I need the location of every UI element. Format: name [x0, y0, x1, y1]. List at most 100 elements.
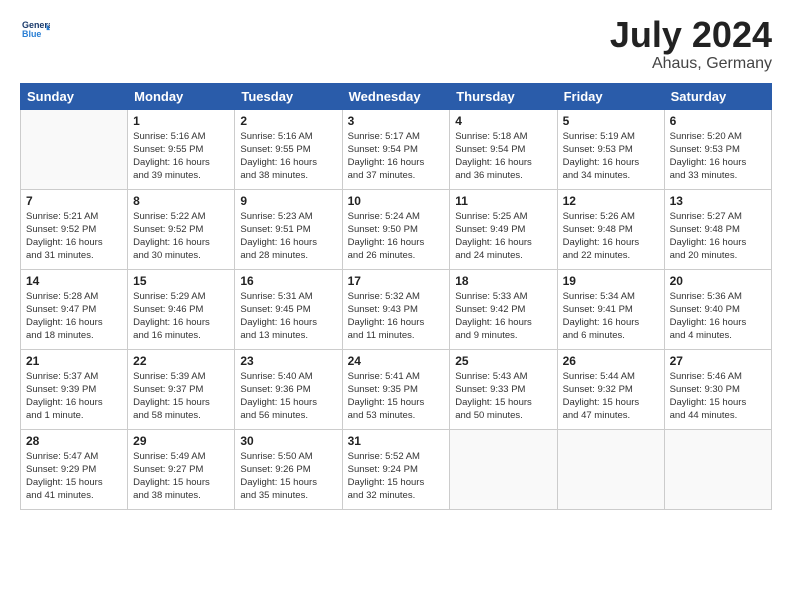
table-row: 31Sunrise: 5:52 AM Sunset: 9:24 PM Dayli…	[342, 429, 450, 509]
day-number: 26	[563, 354, 659, 368]
table-row	[664, 429, 771, 509]
day-info: Sunrise: 5:47 AM Sunset: 9:29 PM Dayligh…	[26, 450, 122, 503]
day-number: 18	[455, 274, 551, 288]
col-saturday: Saturday	[664, 83, 771, 109]
day-info: Sunrise: 5:34 AM Sunset: 9:41 PM Dayligh…	[563, 290, 659, 343]
day-info: Sunrise: 5:17 AM Sunset: 9:54 PM Dayligh…	[348, 130, 445, 183]
day-info: Sunrise: 5:26 AM Sunset: 9:48 PM Dayligh…	[563, 210, 659, 263]
day-number: 17	[348, 274, 445, 288]
day-info: Sunrise: 5:23 AM Sunset: 9:51 PM Dayligh…	[240, 210, 336, 263]
day-number: 7	[26, 194, 122, 208]
col-monday: Monday	[128, 83, 235, 109]
day-info: Sunrise: 5:28 AM Sunset: 9:47 PM Dayligh…	[26, 290, 122, 343]
table-row: 24 Sunrise: 5:41 AM Sunset: 9:35 PM Dayli…	[342, 349, 450, 429]
table-row: 2 Sunrise: 5:16 AM Sunset: 9:55 PM Daylig…	[235, 109, 342, 189]
day-info: Sunrise: 5:39 AM Sunset: 9:37 PM Dayligh…	[133, 370, 229, 423]
table-row	[21, 109, 128, 189]
table-row: 29 Sunrise: 5:49 AM Sunset: 9:27 PM Dayli…	[128, 429, 235, 509]
table-row: 3 Sunrise: 5:17 AM Sunset: 9:54 PM Daylig…	[342, 109, 450, 189]
day-number: 30	[240, 434, 336, 448]
day-number: 1	[133, 114, 229, 128]
table-row: 16 Sunrise: 5:31 AM Sunset: 9:45 PM Dayli…	[235, 269, 342, 349]
day-info: Sunrise: 5:31 AM Sunset: 9:45 PM Dayligh…	[240, 290, 336, 343]
day-number: 31	[348, 434, 445, 448]
table-row: 9 Sunrise: 5:23 AM Sunset: 9:51 PM Daylig…	[235, 189, 342, 269]
table-row: 22 Sunrise: 5:39 AM Sunset: 9:37 PM Dayli…	[128, 349, 235, 429]
day-number: 16	[240, 274, 336, 288]
day-info: Sunrise: 5:16 AM Sunset: 9:55 PM Dayligh…	[240, 130, 336, 183]
table-row	[557, 429, 664, 509]
day-info: Sunrise: 5:20 AM Sunset: 9:53 PM Dayligh…	[670, 130, 766, 183]
day-info: Sunrise: 5:29 AM Sunset: 9:46 PM Dayligh…	[133, 290, 229, 343]
svg-text:Blue: Blue	[22, 29, 41, 39]
table-row: 7 Sunrise: 5:21 AM Sunset: 9:52 PM Daylig…	[21, 189, 128, 269]
table-row: 15 Sunrise: 5:29 AM Sunset: 9:46 PM Dayli…	[128, 269, 235, 349]
table-row: 10Sunrise: 5:24 AM Sunset: 9:50 PM Dayli…	[342, 189, 450, 269]
day-number: 20	[670, 274, 766, 288]
day-number: 11	[455, 194, 551, 208]
day-number: 9	[240, 194, 336, 208]
day-number: 13	[670, 194, 766, 208]
day-info: Sunrise: 5:22 AM Sunset: 9:52 PM Dayligh…	[133, 210, 229, 263]
day-info: Sunrise: 5:21 AM Sunset: 9:52 PM Dayligh…	[26, 210, 122, 263]
col-sunday: Sunday	[21, 83, 128, 109]
day-info: Sunrise: 5:36 AM Sunset: 9:40 PM Dayligh…	[670, 290, 766, 343]
day-info: Sunrise: 5:46 AM Sunset: 9:30 PM Dayligh…	[670, 370, 766, 423]
table-row: 17 Sunrise: 5:32 AM Sunset: 9:43 PM Dayli…	[342, 269, 450, 349]
col-wednesday: Wednesday	[342, 83, 450, 109]
day-info: Sunrise: 5:40 AM Sunset: 9:36 PM Dayligh…	[240, 370, 336, 423]
day-info: Sunrise: 5:18 AM Sunset: 9:54 PM Dayligh…	[455, 130, 551, 183]
table-row: 4Sunrise: 5:18 AM Sunset: 9:54 PM Daylig…	[450, 109, 557, 189]
day-info: Sunrise: 5:41 AM Sunset: 9:35 PM Dayligh…	[348, 370, 445, 423]
table-row: 11Sunrise: 5:25 AM Sunset: 9:49 PM Dayli…	[450, 189, 557, 269]
calendar-table: Sunday Monday Tuesday Wednesday Thursday…	[20, 83, 772, 510]
col-thursday: Thursday	[450, 83, 557, 109]
day-number: 2	[240, 114, 336, 128]
table-row: 13 Sunrise: 5:27 AM Sunset: 9:48 PM Dayli…	[664, 189, 771, 269]
day-number: 15	[133, 274, 229, 288]
table-row: 21 Sunrise: 5:37 AM Sunset: 9:39 PM Dayli…	[21, 349, 128, 429]
day-number: 5	[563, 114, 659, 128]
day-number: 28	[26, 434, 122, 448]
table-row: 28 Sunrise: 5:47 AM Sunset: 9:29 PM Dayli…	[21, 429, 128, 509]
weekday-header-row: Sunday Monday Tuesday Wednesday Thursday…	[21, 83, 772, 109]
day-number: 10	[348, 194, 445, 208]
day-info: Sunrise: 5:44 AM Sunset: 9:32 PM Dayligh…	[563, 370, 659, 423]
table-row: 12Sunrise: 5:26 AM Sunset: 9:48 PM Dayli…	[557, 189, 664, 269]
header: General Blue July 2024 Ahaus, Germany	[20, 15, 772, 73]
day-number: 25	[455, 354, 551, 368]
table-row: 30 Sunrise: 5:50 AM Sunset: 9:26 PM Dayli…	[235, 429, 342, 509]
calendar-week-row: 14Sunrise: 5:28 AM Sunset: 9:47 PM Dayli…	[21, 269, 772, 349]
day-info: Sunrise: 5:32 AM Sunset: 9:43 PM Dayligh…	[348, 290, 445, 343]
calendar-week-row: 21 Sunrise: 5:37 AM Sunset: 9:39 PM Dayli…	[21, 349, 772, 429]
calendar-week-row: 7 Sunrise: 5:21 AM Sunset: 9:52 PM Daylig…	[21, 189, 772, 269]
day-number: 22	[133, 354, 229, 368]
table-row: 5Sunrise: 5:19 AM Sunset: 9:53 PM Daylig…	[557, 109, 664, 189]
day-info: Sunrise: 5:37 AM Sunset: 9:39 PM Dayligh…	[26, 370, 122, 423]
table-row: 19Sunrise: 5:34 AM Sunset: 9:41 PM Dayli…	[557, 269, 664, 349]
day-number: 29	[133, 434, 229, 448]
day-info: Sunrise: 5:27 AM Sunset: 9:48 PM Dayligh…	[670, 210, 766, 263]
calendar-week-row: 28 Sunrise: 5:47 AM Sunset: 9:29 PM Dayli…	[21, 429, 772, 509]
logo-icon: General Blue	[22, 15, 50, 43]
table-row: 8Sunrise: 5:22 AM Sunset: 9:52 PM Daylig…	[128, 189, 235, 269]
table-row: 14Sunrise: 5:28 AM Sunset: 9:47 PM Dayli…	[21, 269, 128, 349]
day-info: Sunrise: 5:49 AM Sunset: 9:27 PM Dayligh…	[133, 450, 229, 503]
table-row: 25Sunrise: 5:43 AM Sunset: 9:33 PM Dayli…	[450, 349, 557, 429]
day-info: Sunrise: 5:50 AM Sunset: 9:26 PM Dayligh…	[240, 450, 336, 503]
col-tuesday: Tuesday	[235, 83, 342, 109]
table-row: 1 Sunrise: 5:16 AM Sunset: 9:55 PM Daylig…	[128, 109, 235, 189]
table-row: 26 Sunrise: 5:44 AM Sunset: 9:32 PM Dayli…	[557, 349, 664, 429]
table-row: 20 Sunrise: 5:36 AM Sunset: 9:40 PM Dayli…	[664, 269, 771, 349]
calendar-location: Ahaus, Germany	[610, 55, 772, 73]
day-number: 27	[670, 354, 766, 368]
day-number: 21	[26, 354, 122, 368]
table-row: 6Sunrise: 5:20 AM Sunset: 9:53 PM Daylig…	[664, 109, 771, 189]
calendar-week-row: 1 Sunrise: 5:16 AM Sunset: 9:55 PM Daylig…	[21, 109, 772, 189]
page: General Blue July 2024 Ahaus, Germany Su…	[0, 0, 792, 612]
title-block: July 2024 Ahaus, Germany	[610, 15, 772, 73]
day-number: 24	[348, 354, 445, 368]
table-row: 27 Sunrise: 5:46 AM Sunset: 9:30 PM Dayli…	[664, 349, 771, 429]
day-info: Sunrise: 5:16 AM Sunset: 9:55 PM Dayligh…	[133, 130, 229, 183]
day-number: 3	[348, 114, 445, 128]
